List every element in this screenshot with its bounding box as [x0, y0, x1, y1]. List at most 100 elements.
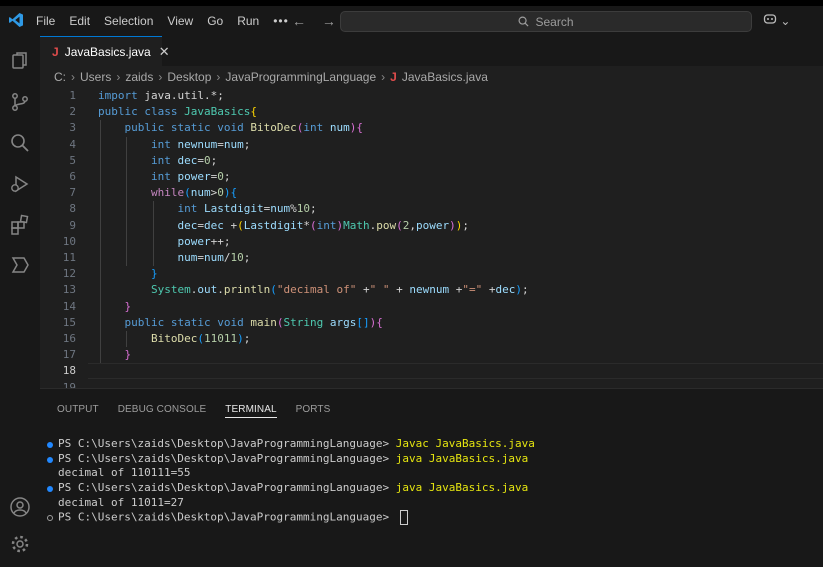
breadcrumb-users[interactable]: Users: [80, 70, 111, 84]
command-pending-dot-icon[interactable]: [47, 515, 53, 522]
code-text: BitoDec(11011);: [150, 332, 251, 345]
close-icon[interactable]: ✕: [159, 44, 170, 60]
menu-file[interactable]: File: [36, 14, 55, 28]
activity-bar: [0, 36, 40, 567]
code-line[interactable]: 11 num=num/10;: [40, 250, 823, 266]
code-line[interactable]: 1 import java.util.*;: [40, 88, 823, 104]
breadcrumb-user[interactable]: zaids: [125, 70, 153, 84]
account-icon[interactable]: [9, 496, 31, 518]
terminal-prompt: PS C:\Users\zaids\Desktop\JavaProgrammin…: [58, 437, 396, 450]
breadcrumb-desktop[interactable]: Desktop: [167, 70, 211, 84]
tab-output[interactable]: OUTPUT: [57, 404, 99, 418]
terminal-line: PS C:\Users\zaids\Desktop\JavaProgrammin…: [46, 452, 816, 467]
run-debug-icon[interactable]: [9, 173, 31, 195]
code-line[interactable]: 4 int newnum=num;: [40, 137, 823, 153]
menu-selection[interactable]: Selection: [104, 14, 153, 28]
code-editor[interactable]: 1 import java.util.*; 2 public class JavaBa…: [40, 84, 823, 394]
code-line[interactable]: 9 dec=dec +(Lastdigit*(int)Math.pow(2,po…: [40, 218, 823, 234]
tab-label: JavaBasics.java: [64, 44, 151, 59]
code-line[interactable]: 13 System.out.println("decimal of" +" " …: [40, 282, 823, 298]
code-line[interactable]: 8 int Lastdigit=num%10;: [40, 201, 823, 217]
remote-icon[interactable]: [9, 254, 31, 276]
search-icon[interactable]: [9, 132, 31, 154]
command-success-dot-icon[interactable]: [47, 442, 53, 448]
breadcrumb-file[interactable]: JavaBasics.java: [402, 70, 488, 84]
copilot-icon: [763, 14, 777, 24]
code-text: while(num>0){: [150, 186, 238, 200]
source-control-icon[interactable]: [9, 91, 31, 113]
line-number: 6: [69, 170, 76, 183]
menu-bar: File Edit Selection View Go Run •••: [36, 6, 303, 36]
settings-icon[interactable]: [9, 533, 31, 555]
terminal-line: decimal of 11011=27: [46, 496, 816, 511]
code-line[interactable]: 16 BitoDec(11011);: [40, 331, 823, 347]
code-line[interactable]: 14 }: [40, 299, 823, 315]
tab-terminal[interactable]: TERMINAL: [225, 404, 277, 418]
terminal-line: decimal of 110111=55: [46, 466, 816, 481]
line-number: 9: [69, 218, 76, 232]
code-line[interactable]: 6 int power=0;: [40, 169, 823, 185]
menu-view[interactable]: View: [167, 14, 193, 28]
tab-javabasics[interactable]: J JavaBasics.java ✕: [40, 36, 170, 66]
chevron-right-icon: ›: [216, 70, 221, 84]
line-number: 2: [69, 105, 76, 119]
command-success-dot-icon[interactable]: [47, 486, 53, 493]
menu-edit[interactable]: Edit: [69, 14, 90, 28]
line-number: 1: [69, 89, 76, 102]
code-text: public class JavaBasics{: [98, 105, 257, 119]
search-placeholder: Search: [535, 14, 574, 29]
code-line[interactable]: 12 }: [40, 266, 823, 282]
terminal-prompt: PS C:\Users\zaids\Desktop\JavaProgrammin…: [58, 451, 396, 465]
code-line[interactable]: 3 public static void BitoDec(int num){: [40, 120, 823, 136]
code-line[interactable]: 5 int dec=0;: [40, 153, 823, 169]
terminal-output[interactable]: PS C:\Users\zaids\Desktop\JavaProgrammin…: [46, 437, 816, 526]
terminal-command: java JavaBasics.java: [395, 451, 529, 465]
code-line[interactable]: 18: [40, 363, 823, 379]
editor-tab-bar: J JavaBasics.java ✕: [40, 36, 823, 66]
explorer-icon[interactable]: [9, 50, 31, 72]
code-text: System.out.println("decimal of" +" " + n…: [150, 283, 529, 297]
code-line[interactable]: 10 power++;: [40, 234, 823, 250]
chevron-down-icon: ⌄: [780, 14, 791, 28]
code-line[interactable]: 2 public class JavaBasics{: [40, 104, 823, 120]
line-number: 14: [62, 299, 76, 313]
line-number: 11: [62, 251, 76, 264]
chevron-right-icon: ›: [116, 70, 121, 84]
command-success-dot-icon[interactable]: [47, 456, 53, 463]
back-arrow-icon[interactable]: ←: [292, 13, 306, 29]
terminal-line: PS C:\Users\zaids\Desktop\JavaProgrammin…: [46, 481, 816, 496]
java-file-icon: J: [52, 44, 59, 59]
terminal-prompt: decimal of 110111=55: [58, 466, 191, 480]
tab-ports[interactable]: PORTS: [296, 404, 331, 418]
menu-more[interactable]: •••: [273, 14, 289, 28]
line-number: 3: [69, 121, 76, 135]
code-line[interactable]: 17 }: [40, 347, 823, 363]
code-text: public static void BitoDec(int num){: [124, 121, 363, 135]
line-number: 12: [62, 267, 76, 281]
line-number: 17: [62, 348, 76, 362]
code-line[interactable]: 15 public static void main(String args[]…: [40, 315, 823, 331]
extensions-icon[interactable]: [9, 214, 31, 236]
menu-go[interactable]: Go: [207, 14, 223, 28]
line-number: 8: [69, 202, 76, 216]
breadcrumb-folder[interactable]: JavaProgrammingLanguage: [225, 70, 376, 84]
breadcrumb-drive[interactable]: C:: [54, 70, 66, 84]
code-text: import java.util.*;: [98, 89, 224, 102]
menu-run[interactable]: Run: [237, 14, 259, 28]
line-number: 16: [62, 332, 76, 345]
java-file-icon: J: [390, 70, 397, 84]
copilot-menu[interactable]: ⌄: [763, 13, 790, 28]
chevron-right-icon: ›: [71, 70, 75, 84]
terminal-prompt: decimal of 11011=27: [58, 495, 184, 509]
forward-arrow-icon[interactable]: →: [322, 13, 336, 29]
bottom-panel: OUTPUT DEBUG CONSOLE TERMINAL PORTS PS C…: [40, 388, 823, 567]
line-number: 15: [62, 315, 76, 329]
vscode-logo-icon[interactable]: [8, 12, 24, 28]
search-box[interactable]: Search: [340, 11, 752, 32]
vscode-window: File Edit Selection View Go Run ••• ← → …: [0, 6, 823, 567]
code-text: public static void main(String args[]){: [124, 315, 383, 329]
line-number: 4: [69, 137, 76, 151]
code-line[interactable]: 7 while(num>0){: [40, 185, 823, 201]
chevron-right-icon: ›: [158, 70, 163, 84]
tab-debug-console[interactable]: DEBUG CONSOLE: [118, 404, 207, 418]
